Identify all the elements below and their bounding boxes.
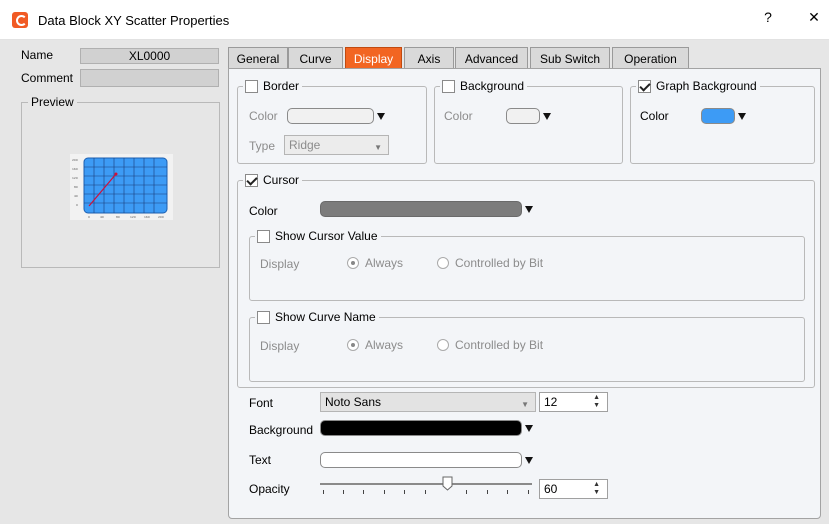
chevron-down-icon: ▼ — [521, 400, 529, 409]
cursor-color-label: Color — [249, 204, 278, 218]
dropdown-arrow-icon — [525, 424, 533, 432]
curve-name-bit-radio[interactable]: Controlled by Bit — [437, 338, 543, 352]
font-size-stepper[interactable]: 12 ▲ ▼ — [539, 392, 608, 412]
tab-axis[interactable]: Axis — [404, 47, 454, 69]
comment-label: Comment — [21, 71, 74, 85]
tab-display[interactable]: Display — [345, 47, 402, 69]
opacity-stepper[interactable]: 60 ▲ ▼ — [539, 479, 608, 499]
name-field: XL0000 — [80, 48, 219, 64]
graph-background-color-picker[interactable] — [701, 106, 746, 126]
cursor-value-bit-radio[interactable]: Controlled by Bit — [437, 256, 543, 270]
curve-name-display-label: Display — [260, 339, 300, 353]
background-color-swatch — [506, 108, 540, 124]
dropdown-arrow-icon — [525, 456, 533, 464]
opacity-slider-thumb[interactable] — [442, 476, 453, 491]
dropdown-arrow-icon — [377, 112, 385, 120]
comment-field[interactable] — [80, 69, 219, 87]
title-bar: Data Block XY Scatter Properties ? ✕ — [0, 0, 829, 40]
svg-text:0: 0 — [76, 203, 78, 207]
border-color-picker[interactable] — [287, 106, 385, 126]
cursor-checkbox[interactable] — [245, 173, 258, 187]
preview-label: Preview — [28, 95, 77, 109]
stepper-arrows-icon: ▲ ▼ — [593, 394, 600, 409]
graph-background-checkbox[interactable] — [638, 79, 651, 93]
background-checkbox[interactable] — [442, 79, 455, 93]
cursor-value-display-label: Display — [260, 257, 300, 271]
svg-text:200: 200 — [158, 215, 164, 219]
close-button[interactable]: ✕ — [804, 9, 824, 26]
text-background-color-swatch — [320, 420, 522, 436]
cursor-title: Cursor — [263, 173, 300, 187]
svg-text:40: 40 — [100, 215, 104, 219]
font-value: Noto Sans — [325, 395, 382, 409]
opacity-slider[interactable] — [320, 483, 532, 485]
background-color-picker[interactable] — [506, 106, 551, 126]
help-button[interactable]: ? — [758, 9, 778, 25]
svg-text:160: 160 — [72, 167, 78, 171]
chevron-down-icon: ▼ — [374, 143, 382, 152]
curve-name-always-radio[interactable]: Always — [347, 338, 403, 352]
border-type-select[interactable]: Ridge ▼ — [284, 135, 389, 155]
background-title: Background — [460, 79, 525, 93]
show-curve-name-title: Show Curve Name — [275, 310, 376, 324]
font-label: Font — [249, 396, 274, 410]
font-size-value: 12 — [544, 395, 558, 409]
tab-curve[interactable]: Curve — [288, 47, 343, 69]
border-title: Border — [263, 79, 300, 93]
text-background-label: Background — [249, 423, 314, 437]
opacity-label: Opacity — [249, 482, 290, 496]
stepper-arrows-icon: ▲ ▼ — [593, 481, 600, 496]
show-cursor-value-checkbox[interactable] — [257, 229, 270, 243]
tab-sub-switch[interactable]: Sub Switch — [530, 47, 610, 69]
svg-text:80: 80 — [116, 215, 120, 219]
border-color-label: Color — [249, 109, 278, 123]
graph-background-color-label: Color — [640, 109, 669, 123]
cursor-color-swatch — [320, 201, 522, 217]
svg-text:0: 0 — [88, 215, 90, 219]
graph-background-color-swatch — [701, 108, 735, 124]
cursor-color-picker[interactable] — [320, 199, 533, 219]
preview-chart: 200 160 120 80 40 0 0 40 80 120 160 200 — [70, 154, 173, 220]
svg-text:200: 200 — [72, 158, 78, 162]
graph-background-title: Graph Background — [656, 79, 757, 93]
dropdown-arrow-icon — [543, 112, 551, 120]
window-title: Data Block XY Scatter Properties — [38, 13, 230, 28]
font-select[interactable]: Noto Sans ▼ — [320, 392, 536, 412]
name-label: Name — [21, 48, 54, 62]
svg-text:160: 160 — [144, 215, 150, 219]
tab-advanced[interactable]: Advanced — [455, 47, 528, 69]
show-cursor-value-title: Show Cursor Value — [275, 229, 378, 243]
dropdown-arrow-icon — [525, 205, 533, 213]
svg-text:120: 120 — [130, 215, 136, 219]
text-color-swatch — [320, 452, 522, 468]
text-color-picker[interactable] — [320, 450, 533, 470]
tab-general[interactable]: General — [228, 47, 288, 69]
opacity-value: 60 — [544, 482, 558, 496]
text-color-label: Text — [249, 453, 272, 467]
text-background-color-picker[interactable] — [320, 418, 533, 438]
svg-text:40: 40 — [74, 194, 78, 198]
dropdown-arrow-icon — [738, 112, 746, 120]
border-type-value: Ridge — [289, 138, 321, 152]
svg-text:120: 120 — [72, 176, 78, 180]
app-icon — [12, 12, 28, 28]
svg-text:80: 80 — [74, 185, 78, 189]
tab-operation[interactable]: Operation — [612, 47, 689, 69]
border-color-swatch — [287, 108, 374, 124]
background-color-label: Color — [444, 109, 473, 123]
border-type-label: Type — [249, 139, 276, 153]
border-checkbox[interactable] — [245, 79, 258, 93]
show-curve-name-checkbox[interactable] — [257, 310, 270, 324]
cursor-value-always-radio[interactable]: Always — [347, 256, 403, 270]
